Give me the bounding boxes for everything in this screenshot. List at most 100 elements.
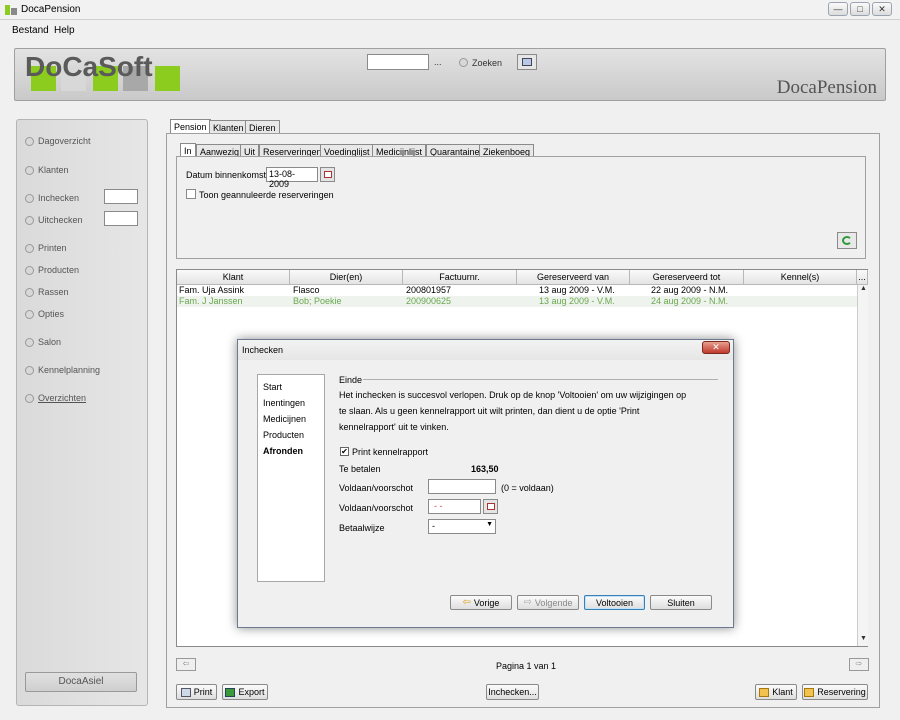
cell-factuurnr: 200801957: [406, 285, 452, 295]
sidebar-item-klanten[interactable]: Klanten: [25, 165, 69, 175]
prev-step-button[interactable]: ⇦ Vorige: [450, 595, 512, 610]
message-line: te slaan. Als u geen kennelrapport uit w…: [339, 406, 640, 416]
payment-method-select[interactable]: - ▼: [428, 519, 496, 534]
logo: DoCaSoft: [25, 51, 153, 82]
column-header-factuurnr[interactable]: Factuurnr.: [403, 270, 517, 285]
close-window-button[interactable]: ✕: [872, 2, 892, 16]
arrow-right-icon: ⇨: [523, 597, 532, 608]
sidebar-item-dagoverzicht[interactable]: Dagoverzicht: [25, 136, 91, 146]
checkin-dialog: Inchecken ✕ Start Inentingen Medicijnen …: [237, 339, 734, 628]
logo-square: [155, 66, 180, 91]
window-title: DocaPension: [21, 4, 81, 15]
section-divider: [363, 379, 718, 380]
page-info: Pagina 1 van 1: [496, 661, 557, 671]
sidebar-item-opties[interactable]: Opties: [25, 309, 64, 319]
app-brand: DocaPension: [776, 77, 877, 98]
to-pay-value: 163,50: [471, 464, 499, 474]
reservering-button[interactable]: Reservering: [802, 684, 868, 700]
cell-tot: 22 aug 2009 - N.M.: [651, 285, 729, 295]
title-bar: DocaPension — □ ✕: [0, 0, 900, 20]
paid-hint: (0 = voldaan): [501, 483, 554, 493]
klant-button[interactable]: Klant: [755, 684, 797, 700]
date-label: Datum binnenkomst: [186, 170, 267, 180]
dialog-close-button[interactable]: ✕: [702, 341, 730, 354]
bullet-icon: [25, 287, 34, 297]
bullet-icon: [25, 309, 34, 319]
show-cancelled-checkbox[interactable]: [186, 189, 196, 199]
cell-klant: Fam. J Janssen: [179, 296, 243, 306]
bullet-icon: [25, 193, 34, 203]
paid-input[interactable]: [428, 479, 496, 494]
calendar-icon[interactable]: [483, 499, 498, 514]
print-report-checkbox[interactable]: ✔: [340, 447, 349, 456]
header-banner: DoCaSoft ... Zoeken DocaPension: [14, 48, 886, 101]
docaasiel-button[interactable]: DocaAsiel: [25, 672, 137, 692]
dialog-titlebar: Inchecken ✕: [238, 340, 733, 360]
search-input[interactable]: [367, 54, 429, 70]
scroll-down-icon[interactable]: ▼: [858, 635, 869, 645]
scroll-up-icon[interactable]: ▲: [858, 285, 869, 295]
sidebar-item-overzichten[interactable]: Overzichten: [25, 393, 86, 403]
export-button[interactable]: Export: [222, 684, 268, 700]
step-inentingen[interactable]: Inentingen: [263, 398, 305, 408]
close-dialog-button[interactable]: Sluiten: [650, 595, 712, 610]
finish-button[interactable]: Voltooien: [584, 595, 645, 610]
payment-method-label: Betaalwijze: [339, 523, 385, 533]
cell-klant: Fam. Uja Assink: [179, 285, 245, 295]
bullet-icon: [25, 243, 34, 253]
payment-method-value: -: [432, 521, 435, 531]
windows-icon[interactable]: [517, 54, 537, 70]
menu-help[interactable]: Help: [54, 25, 75, 36]
folder-icon: [759, 687, 770, 697]
print-button[interactable]: Print: [176, 684, 217, 700]
column-header-kennels[interactable]: Kennel(s): [744, 270, 857, 285]
step-medicijnen[interactable]: Medicijnen: [263, 414, 306, 424]
paid-label: Voldaan/voorschot: [339, 483, 414, 493]
printer-icon: [180, 687, 191, 697]
next-page-button[interactable]: ⇨: [849, 658, 869, 671]
column-header-gereserveerd-tot[interactable]: Gereserveerd tot: [630, 270, 744, 285]
refresh-icon[interactable]: [837, 232, 857, 249]
message-line: kennelrapport' uit te vinken.: [339, 422, 449, 432]
prev-page-button[interactable]: ⇦: [176, 658, 196, 671]
step-afronden[interactable]: Afronden: [263, 446, 303, 456]
sidebar-item-uitchecken[interactable]: Uitchecken: [25, 215, 83, 225]
cell-factuurnr: 200900625: [406, 296, 452, 306]
search-icon[interactable]: [459, 58, 468, 67]
bullet-icon: [25, 365, 34, 375]
tab-pension[interactable]: Pension: [170, 119, 211, 134]
date-input[interactable]: 13-08-2009: [266, 167, 318, 189]
sidebar-item-kennelplanning[interactable]: Kennelplanning: [25, 365, 100, 375]
maximize-button[interactable]: □: [850, 2, 870, 16]
search-more-button[interactable]: ...: [434, 57, 442, 67]
bullet-icon: [25, 337, 34, 347]
column-header-dieren[interactable]: Dier(en): [290, 270, 403, 285]
uitchecken-input[interactable]: [104, 211, 138, 226]
sidebar: Dagoverzicht Klanten Inchecken Uitchecke…: [16, 119, 148, 706]
tab-klanten[interactable]: Klanten: [209, 120, 248, 134]
table-row[interactable]: Fam. J Janssen Bob; Poekie 200900625 13 …: [177, 296, 857, 307]
minimize-button[interactable]: —: [828, 2, 848, 16]
sidebar-item-inchecken[interactable]: Inchecken: [25, 193, 79, 203]
inchecken-input[interactable]: [104, 189, 138, 204]
column-header-klant[interactable]: Klant: [177, 270, 290, 285]
menu-bestand[interactable]: Bestand: [12, 25, 49, 36]
scrollbar[interactable]: ▲ ▼: [857, 285, 868, 646]
table-row[interactable]: Fam. Uja Assink Flasco 200801957 13 aug …: [177, 285, 857, 296]
tab-dieren[interactable]: Dieren: [245, 120, 280, 134]
sidebar-item-rassen[interactable]: Rassen: [25, 287, 69, 297]
checkin-button[interactable]: Inchecken...: [486, 684, 539, 700]
paid-date-input[interactable]: - -: [428, 499, 481, 514]
calendar-icon[interactable]: [320, 167, 335, 182]
bullet-icon: [25, 215, 34, 225]
bullet-icon: [25, 165, 34, 175]
column-chooser-button[interactable]: ...: [857, 270, 868, 285]
sidebar-item-salon[interactable]: Salon: [25, 337, 61, 347]
column-header-gereserveerd-van[interactable]: Gereserveerd van: [517, 270, 630, 285]
search-button[interactable]: Zoeken: [472, 58, 502, 68]
sidebar-item-producten[interactable]: Producten: [25, 265, 79, 275]
step-start[interactable]: Start: [263, 382, 282, 392]
sidebar-item-printen[interactable]: Printen: [25, 243, 67, 253]
step-producten[interactable]: Producten: [263, 430, 304, 440]
next-step-button[interactable]: ⇨ Volgende: [517, 595, 579, 610]
